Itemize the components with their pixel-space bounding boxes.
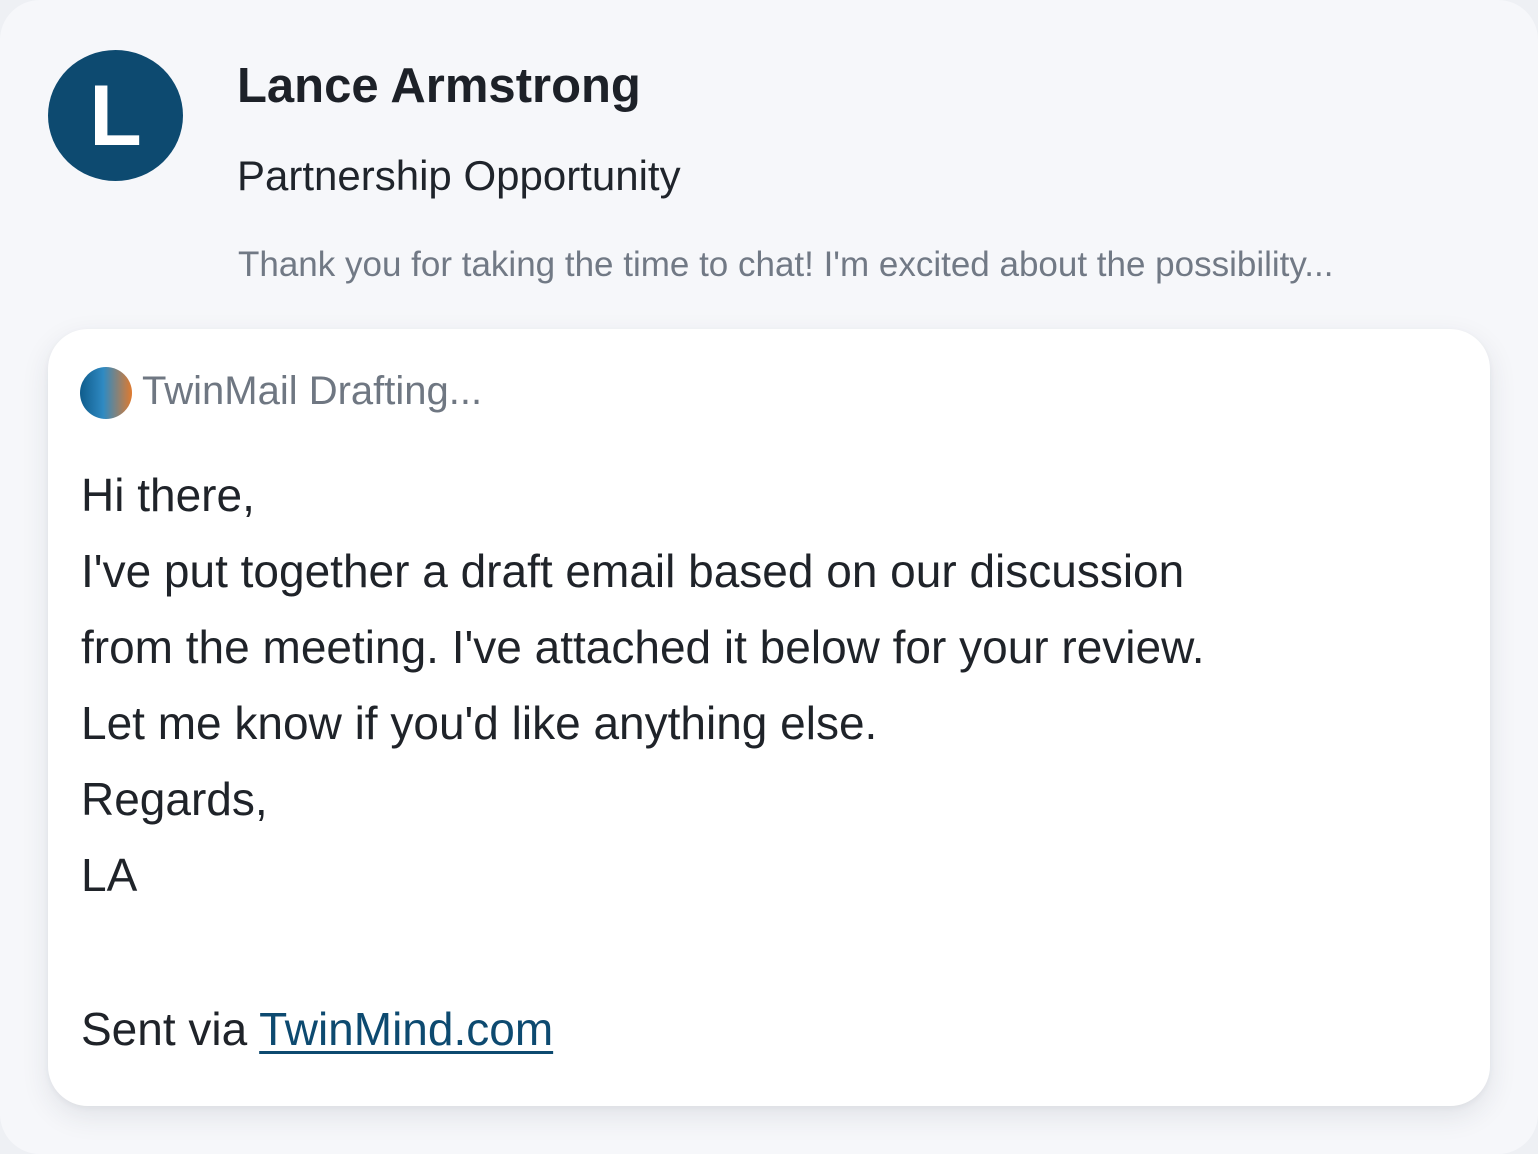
drafting-status: TwinMail Drafting... — [142, 369, 483, 413]
email-subject: Partnership Opportunity — [237, 152, 681, 199]
draft-card: TwinMail Drafting... Hi there, I've put … — [48, 329, 1490, 1106]
sender-name: Lance Armstrong — [237, 59, 641, 113]
avatar-initial: L — [89, 67, 142, 164]
twinmind-link[interactable]: TwinMind.com — [259, 1003, 553, 1055]
twinmail-gradient-icon — [80, 367, 132, 419]
draft-line: Let me know if you'd like anything else. — [81, 697, 878, 749]
draft-footer: Sent via TwinMind.com — [81, 991, 553, 1067]
draft-line: I've put together a draft email based on… — [81, 545, 1185, 597]
email-preview: Thank you for taking the time to chat! I… — [238, 245, 1334, 284]
draft-line: Regards, — [81, 773, 268, 825]
avatar: L — [48, 50, 183, 181]
draft-line: Hi there, — [81, 469, 255, 521]
draft-line: from the meeting. I've attached it below… — [81, 621, 1205, 673]
footer-prefix: Sent via — [81, 1003, 260, 1055]
draft-line: LA — [81, 849, 138, 901]
draft-body: Hi there, I've put together a draft emai… — [81, 457, 1461, 913]
email-thread-frame: L Lance Armstrong Partnership Opportunit… — [0, 0, 1538, 1154]
